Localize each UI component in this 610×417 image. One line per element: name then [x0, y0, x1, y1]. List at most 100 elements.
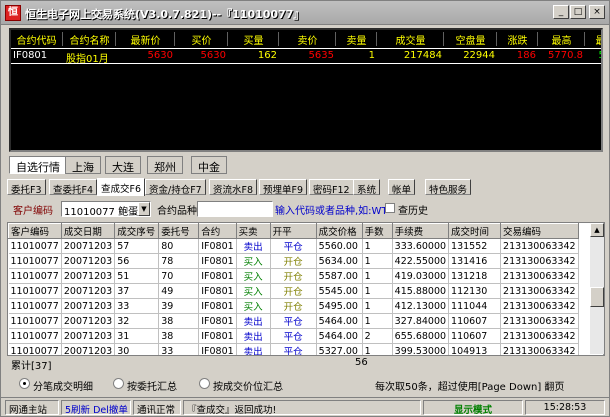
table-row[interactable]: 11010077 20071203 57 80 IF0801 卖出 平仓 5560.00 1 33…: [8, 238, 579, 254]
col-header[interactable]: 成交时间: [448, 223, 502, 239]
product-label: 合约品种: [157, 206, 197, 217]
close-button[interactable]: ×: [589, 5, 605, 19]
quote-header-name[interactable]: 合约名称: [64, 32, 116, 47]
quote-header-ask[interactable]: 卖价: [280, 32, 336, 47]
table-cell: 38: [158, 328, 200, 344]
minimize-button[interactable]: _: [553, 5, 569, 19]
title-bar: 恒 恒生电子网上交易系统(V3.0.7.821)--『11010077』 _ □…: [1, 1, 609, 25]
table-cell: 1: [362, 283, 393, 299]
quote-last: 5630: [147, 50, 173, 61]
quote-high: 5770.8: [548, 50, 583, 61]
table-cell: 32: [114, 313, 160, 329]
tab-system[interactable]: 系统: [353, 179, 381, 196]
table-cell: 213130063342: [500, 313, 579, 329]
radio-by-price[interactable]: [199, 378, 210, 389]
table-row[interactable]: 11010077 20071203 56 78 IF0801 买入 开仓 5634.00 1 42…: [8, 253, 579, 269]
table-row[interactable]: 11010077 20071203 51 70 IF0801 买入 开仓 5587.00 1 41…: [8, 268, 579, 284]
table-cell: 33: [114, 298, 160, 314]
radio-detail[interactable]: [19, 378, 30, 389]
tab-statement[interactable]: 帐单: [388, 179, 416, 196]
col-header[interactable]: 开平: [269, 223, 317, 239]
quote-header-change[interactable]: 涨跌: [498, 32, 538, 47]
quote-header-high[interactable]: 最高: [539, 32, 585, 47]
col-header[interactable]: 成交日期: [60, 223, 116, 239]
app-logo-icon: 恒: [5, 5, 21, 21]
account-select[interactable]: 11010077 鲍蛋 ▼: [61, 201, 151, 218]
table-cell: 56: [114, 253, 160, 269]
maximize-button[interactable]: □: [570, 5, 586, 19]
tab-query-trade[interactable]: 查成交F6: [97, 178, 146, 196]
tab-funds-position[interactable]: 资金/持仓F7: [145, 179, 206, 196]
radio-by-price-label[interactable]: 按成交价位汇总: [213, 378, 283, 393]
account-value: 11010077 鲍蛋: [64, 207, 139, 218]
chevron-down-icon[interactable]: ▼: [138, 202, 150, 216]
table-cell: 5560.00: [316, 238, 363, 254]
radio-detail-label[interactable]: 分笔成交明细: [33, 378, 93, 393]
quote-header-last[interactable]: 最新价: [117, 32, 175, 47]
summary-label: 累计[37]: [11, 361, 52, 372]
quote-header-low[interactable]: 最低: [586, 32, 602, 47]
col-header[interactable]: 交易编码: [500, 223, 579, 239]
tab-order[interactable]: 委托F3: [7, 179, 46, 196]
history-checkbox[interactable]: [385, 203, 395, 213]
product-input[interactable]: [197, 201, 273, 217]
table-row[interactable]: 11010077 20071203 31 38 IF0801 卖出 平仓 5464.00 2 65…: [8, 328, 579, 344]
tab-cffex[interactable]: 中金: [191, 156, 227, 174]
tab-shanghai[interactable]: 上海: [65, 156, 101, 174]
table-cell: IF0801: [198, 268, 237, 284]
main-window: 恒 恒生电子网上交易系统(V3.0.7.821)--『11010077』 _ □…: [0, 0, 610, 417]
tab-special-service[interactable]: 特色服务: [425, 179, 472, 196]
quote-header-bid-vol[interactable]: 买量: [229, 32, 279, 47]
table-cell: 11010077: [8, 268, 62, 284]
tab-fund-flow[interactable]: 资流水F8: [209, 179, 258, 196]
table-row[interactable]: 11010077 20071203 33 39 IF0801 买入 开仓 5495.00 1 41…: [8, 298, 579, 314]
table-cell: 110607: [448, 313, 502, 329]
quote-ask-vol: 1: [368, 50, 375, 61]
tab-query-order[interactable]: 查委托F4: [49, 179, 98, 196]
table-cell: 买入: [236, 268, 271, 284]
radio-by-order-label[interactable]: 按委托汇总: [127, 378, 177, 393]
quote-header-volume[interactable]: 成交量: [378, 32, 444, 47]
col-header[interactable]: 手续费: [391, 223, 450, 239]
tab-zhengzhou[interactable]: 郑州: [147, 156, 183, 174]
status-comm: 通讯正常: [133, 400, 181, 415]
table-cell: 卖出: [236, 238, 271, 254]
table-cell: 20071203: [61, 328, 116, 344]
tab-preset-order[interactable]: 预埋单F9: [259, 179, 308, 196]
trade-table: 客户编码 成交日期 成交序号 委托号 合约 买卖 开平 成交价格 手数 手续费 …: [8, 223, 579, 368]
quote-row[interactable]: IF0801 股指01月 5630 5630 162 5635 1 217484…: [11, 48, 601, 65]
quote-header-ask-vol[interactable]: 卖量: [337, 32, 377, 47]
col-header[interactable]: 合约: [198, 223, 237, 239]
table-cell: 5464.00: [316, 328, 363, 344]
col-header[interactable]: 客户编码: [8, 223, 62, 239]
col-header[interactable]: 委托号: [158, 223, 200, 239]
quote-change: 186: [516, 50, 536, 61]
radio-by-order[interactable]: [113, 378, 124, 389]
quote-header-bid[interactable]: 买价: [176, 32, 228, 47]
col-header[interactable]: 手数: [361, 223, 393, 239]
tab-dalian[interactable]: 大连: [105, 156, 141, 174]
status-message: 『查成交』返回成功!: [183, 400, 421, 415]
col-header[interactable]: 成交价格: [315, 223, 363, 239]
tab-password[interactable]: 密码F12: [309, 179, 354, 196]
col-header[interactable]: 买卖: [235, 223, 271, 239]
trade-grid[interactable]: 客户编码 成交日期 成交序号 委托号 合约 买卖 开平 成交价格 手数 手续费 …: [7, 222, 605, 369]
table-cell: 20071203: [61, 313, 116, 329]
col-header[interactable]: 成交序号: [114, 223, 160, 239]
quote-header-code[interactable]: 合约代码: [11, 32, 63, 47]
quote-panel[interactable]: 合约代码 合约名称 最新价 买价 买量 卖价 卖量 成交量 空盘量 涨跌 最高 …: [9, 28, 603, 152]
tab-watchlist[interactable]: 自选行情: [9, 156, 67, 174]
scroll-up-icon[interactable]: ▲: [590, 223, 604, 237]
table-cell: 422.55000: [392, 253, 450, 269]
product-hint: 输入代码或者品种,如:WT: [275, 206, 388, 217]
table-row[interactable]: 11010077 20071203 37 49 IF0801 买入 开仓 5545.00 1 41…: [8, 283, 579, 299]
quote-header-open-int[interactable]: 空盘量: [445, 32, 497, 47]
table-cell: 213130063342: [500, 253, 579, 269]
table-cell: 开仓: [270, 283, 317, 299]
scroll-thumb[interactable]: [590, 287, 604, 307]
table-row[interactable]: 11010077 20071203 32 38 IF0801 卖出 平仓 5464.00 1 32…: [8, 313, 579, 329]
grid-scrollbar[interactable]: ▲ ▼: [590, 223, 604, 368]
table-cell: 5545.00: [316, 283, 363, 299]
table-cell: 51: [114, 268, 160, 284]
table-cell: 213130063342: [500, 283, 579, 299]
